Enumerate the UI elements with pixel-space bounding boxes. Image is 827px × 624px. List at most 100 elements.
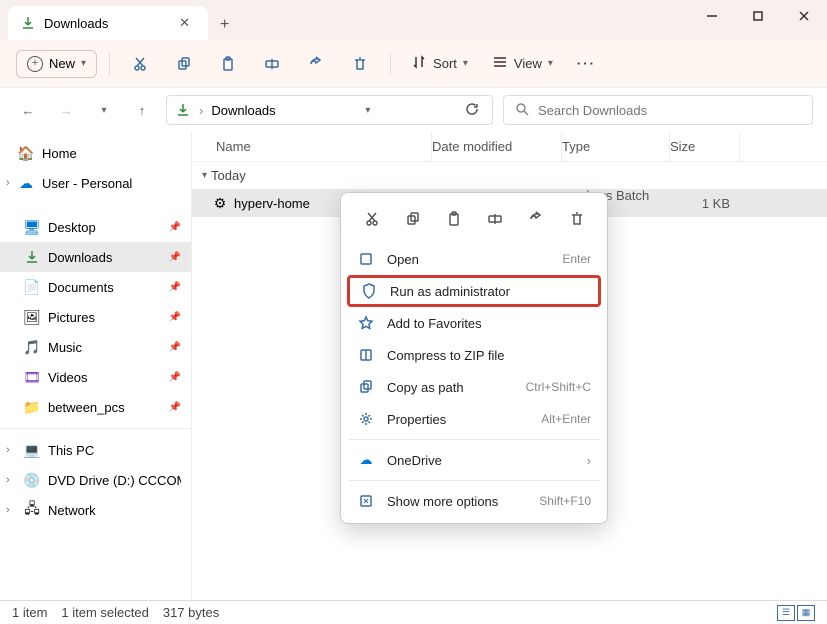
breadcrumb-sep: › — [199, 103, 203, 118]
ctx-hint: Enter — [562, 252, 591, 266]
music-icon: 🎵 — [24, 339, 40, 355]
ctx-label: Open — [387, 252, 550, 267]
sidebar-item-network[interactable]: › 🖧 Network — [0, 495, 191, 525]
sidebar-item-downloads[interactable]: Downloads 📌 — [0, 242, 191, 272]
address-bar-row: ← → ▾ ↑ › Downloads ▾ — [0, 88, 827, 132]
column-size[interactable]: Size — [670, 132, 740, 161]
download-icon — [24, 249, 40, 265]
more-icon — [357, 493, 375, 509]
toolbar-separator — [109, 53, 110, 75]
context-separator — [349, 480, 599, 481]
ctx-run-as-admin[interactable]: Run as administrator — [347, 275, 601, 307]
sort-button[interactable]: Sort ▾ — [403, 50, 476, 77]
ctx-share-button[interactable] — [520, 205, 552, 233]
ctx-compress[interactable]: Compress to ZIP file — [347, 339, 601, 371]
ctx-open[interactable]: Open Enter — [347, 243, 601, 275]
view-button[interactable]: View ▾ — [484, 50, 561, 77]
more-button[interactable]: ··· — [569, 52, 604, 75]
new-label: New — [49, 56, 75, 71]
network-icon: 🖧 — [24, 502, 40, 518]
sidebar-item-pictures[interactable]: 🖼 Pictures 📌 — [0, 302, 191, 332]
chevron-down-icon[interactable]: ▾ — [365, 105, 370, 116]
ctx-rename-button[interactable] — [479, 205, 511, 233]
maximize-button[interactable] — [735, 0, 781, 32]
new-button[interactable]: + New ▾ — [16, 50, 97, 78]
pin-icon: 📌 — [169, 312, 181, 323]
sidebar-item-user[interactable]: › ☁ User - Personal — [0, 168, 191, 198]
download-icon — [175, 102, 191, 118]
breadcrumb-current[interactable]: Downloads — [211, 103, 275, 118]
sidebar-item-desktop[interactable]: 🖥 Desktop 📌 — [0, 212, 191, 242]
ctx-label: Run as administrator — [390, 284, 588, 299]
cut-button[interactable] — [122, 48, 158, 80]
rename-button[interactable] — [254, 48, 290, 80]
sidebar-item-label: User - Personal — [42, 176, 132, 191]
ctx-hint: Alt+Enter — [541, 412, 591, 426]
folder-icon: 📁 — [24, 399, 40, 415]
expand-icon[interactable]: › — [6, 177, 10, 189]
tab-downloads[interactable]: Downloads ✕ — [8, 6, 208, 40]
paste-button[interactable] — [210, 48, 246, 80]
close-window-button[interactable] — [781, 0, 827, 32]
sort-label: Sort — [433, 56, 457, 71]
sidebar-item-videos[interactable]: 🎞 Videos 📌 — [0, 362, 191, 392]
search-box[interactable] — [503, 95, 813, 125]
ctx-favorites[interactable]: Add to Favorites — [347, 307, 601, 339]
close-tab-icon[interactable]: ✕ — [173, 13, 196, 33]
window-controls — [689, 0, 827, 32]
breadcrumb[interactable]: › Downloads ▾ — [166, 95, 493, 125]
column-headers: Name Date modified Type Size — [192, 132, 827, 162]
column-name[interactable]: Name — [192, 132, 432, 161]
expand-icon[interactable]: › — [6, 504, 10, 516]
forward-button[interactable]: → — [52, 96, 80, 124]
chevron-right-icon: › — [587, 453, 591, 468]
back-button[interactable]: ← — [14, 96, 42, 124]
onedrive-icon: ☁ — [18, 175, 34, 191]
ctx-copy-path[interactable]: Copy as path Ctrl+Shift+C — [347, 371, 601, 403]
view-icon — [492, 54, 508, 73]
ctx-paste-button[interactable] — [438, 205, 470, 233]
documents-icon: 📄 — [24, 279, 40, 295]
status-bytes: 317 bytes — [163, 605, 219, 620]
group-today[interactable]: ▾ Today — [192, 162, 827, 189]
ctx-cut-button[interactable] — [356, 205, 388, 233]
refresh-button[interactable] — [460, 101, 484, 120]
expand-icon[interactable]: › — [6, 474, 10, 486]
ctx-onedrive[interactable]: ☁ OneDrive › — [347, 444, 601, 476]
copy-path-icon — [357, 379, 375, 395]
ctx-hint: Shift+F10 — [539, 494, 591, 508]
title-bar: Downloads ✕ + — [0, 0, 827, 40]
new-tab-button[interactable]: + — [208, 10, 241, 40]
delete-button[interactable] — [342, 48, 378, 80]
expand-icon[interactable]: › — [6, 444, 10, 456]
ctx-copy-button[interactable] — [397, 205, 429, 233]
thumbnails-view-button[interactable]: ▦ — [797, 605, 815, 621]
column-date[interactable]: Date modified — [432, 132, 562, 161]
sidebar-item-dvd[interactable]: › 💿 DVD Drive (D:) CCCOMA_X6 — [0, 465, 191, 495]
share-button[interactable] — [298, 48, 334, 80]
copy-button[interactable] — [166, 48, 202, 80]
ctx-delete-button[interactable] — [561, 205, 593, 233]
plus-circle-icon: + — [27, 56, 43, 72]
ctx-label: Compress to ZIP file — [387, 348, 591, 363]
sidebar-item-this-pc[interactable]: › 💻 This PC — [0, 435, 191, 465]
sidebar-item-music[interactable]: 🎵 Music 📌 — [0, 332, 191, 362]
sidebar-item-home[interactable]: 🏠 Home — [0, 138, 191, 168]
up-button[interactable]: ↑ — [128, 96, 156, 124]
ctx-properties[interactable]: Properties Alt+Enter — [347, 403, 601, 435]
pin-icon: 📌 — [169, 372, 181, 383]
details-view-button[interactable]: ☰ — [777, 605, 795, 621]
sidebar-item-label: Videos — [48, 370, 88, 385]
recent-button[interactable]: ▾ — [90, 96, 118, 124]
properties-icon — [357, 411, 375, 427]
toolbar-separator — [390, 53, 391, 75]
dvd-icon: 💿 — [24, 472, 40, 488]
ctx-more-options[interactable]: Show more options Shift+F10 — [347, 485, 601, 517]
ctx-hint: Ctrl+Shift+C — [526, 380, 591, 394]
minimize-button[interactable] — [689, 0, 735, 32]
sidebar-item-documents[interactable]: 📄 Documents 📌 — [0, 272, 191, 302]
sidebar-item-between-pcs[interactable]: 📁 between_pcs 📌 — [0, 392, 191, 422]
column-type[interactable]: Type — [562, 132, 670, 161]
desktop-icon: 🖥 — [24, 219, 40, 235]
search-input[interactable] — [538, 103, 802, 118]
